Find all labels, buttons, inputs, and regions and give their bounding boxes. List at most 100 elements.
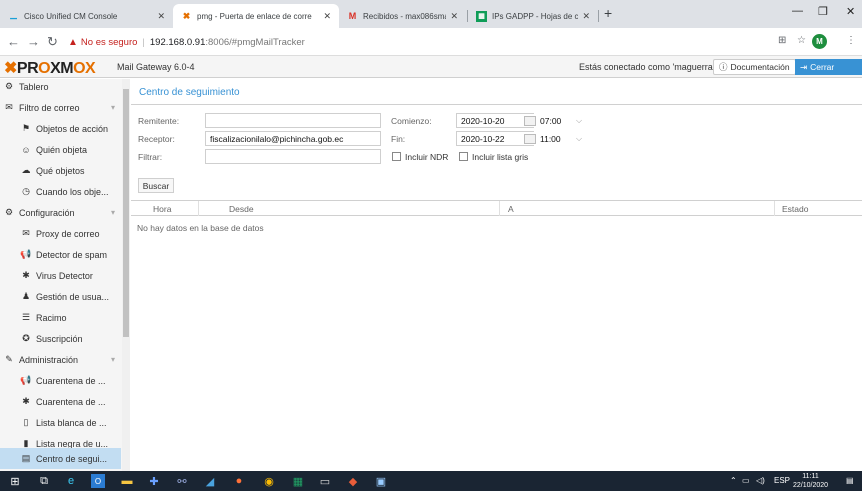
file-outline-icon: ▯ (23, 417, 29, 427)
back-icon[interactable]: ← (7, 34, 20, 49)
tab-separator (598, 10, 599, 22)
url-input[interactable]: ▲ No es seguro | 192.168.0.91 :8006/#pmg… (68, 32, 768, 52)
start-label: Comienzo: (391, 116, 432, 126)
column-header-time[interactable]: Hora (153, 204, 171, 214)
chevron-down-icon[interactable]: ⌵ (576, 134, 582, 144)
sidebar-item-configuration[interactable]: ⚙ Configuración ▾ (0, 202, 121, 223)
chevron-down-icon[interactable]: ▾ (111, 355, 115, 364)
sidebar-item-administration[interactable]: ✎ Administración ▾ (0, 349, 121, 370)
calendar-icon[interactable] (524, 116, 536, 126)
excel-icon[interactable]: ▦ (291, 474, 305, 488)
sidebar-item-action-objects[interactable]: ⚑ Objetos de acción (0, 118, 121, 139)
sidebar-item-dashboard[interactable]: ⚙ Tablero (0, 76, 121, 97)
task-view-icon[interactable]: ⧉ (37, 474, 51, 488)
logout-button[interactable]: ⇥ Cerrar (795, 59, 862, 75)
terminal-icon[interactable]: ▭ (318, 474, 332, 488)
close-tab-icon[interactable]: ✕ (323, 11, 331, 22)
menu-kebab-icon[interactable]: ⋮ (846, 35, 856, 46)
close-tab-icon[interactable]: ✕ (450, 11, 458, 22)
empty-results-message: No hay datos en la base de datos (137, 223, 264, 233)
system-clock[interactable]: 11:11 22/10/2020 (793, 472, 828, 490)
documentation-button[interactable]: ⓘ Documentación (713, 59, 796, 75)
column-header-from[interactable]: Desde (229, 204, 254, 214)
chevron-down-icon[interactable]: ⌵ (576, 116, 582, 126)
profile-avatar[interactable]: M (812, 34, 827, 49)
sidebar-item-mail-filter[interactable]: ✉ Filtro de correo ▾ (0, 97, 121, 118)
sidebar-item-spam-quarantine[interactable]: 📢 Cuarentena de ... (0, 370, 121, 391)
sidebar-item-subscription[interactable]: ✪ Suscripción (0, 328, 121, 349)
column-header-status[interactable]: Estado (782, 204, 808, 214)
notifications-icon[interactable]: ▤ (846, 476, 854, 485)
close-tab-icon[interactable]: ✕ (582, 11, 590, 22)
volume-icon[interactable]: ◁) (756, 476, 765, 485)
logo-text-pr: PR (16, 60, 39, 77)
bookmark-star-icon[interactable]: ☆ (797, 35, 806, 46)
sidebar-item-when-objects[interactable]: ◷ Cuando los obje... (0, 181, 121, 202)
chevron-down-icon[interactable]: ▾ (111, 103, 115, 112)
image-viewer-icon[interactable]: ▣ (374, 474, 388, 488)
search-button[interactable]: Buscar (138, 178, 174, 193)
logo-text-o: O (73, 60, 86, 77)
minimize-icon[interactable]: — (792, 5, 803, 17)
include-greylist-checkbox[interactable] (459, 152, 468, 161)
sidebar-item-virus-detector[interactable]: ✱ Virus Detector (0, 265, 121, 286)
sidebar-item-spam-detector[interactable]: 📢 Detector de spam (0, 244, 121, 265)
chevron-down-icon[interactable]: ▾ (111, 208, 115, 217)
receiver-input[interactable]: fiscalizacionilalo@pichincha.gob.ec (205, 131, 381, 146)
app-icon[interactable]: ◢ (203, 474, 217, 488)
tab-pmg[interactable]: ✖ pmg - Puerta de enlace de corre ✕ (173, 4, 339, 28)
sidebar-item-what-objects[interactable]: ☁ Qué objetos (0, 160, 121, 181)
start-date-input[interactable]: 2020-10-20 (456, 113, 534, 128)
logo-text-xm: XM (50, 60, 74, 77)
chrome-icon[interactable]: ◉ (262, 474, 276, 488)
filter-input[interactable] (205, 149, 381, 164)
browser-tab-strip: ⚊ Cisco Unified CM Console ✕ ✖ pmg - Pue… (0, 0, 862, 28)
security-warning-text: No es seguro (80, 36, 138, 48)
restore-icon[interactable]: ❐ (818, 5, 828, 18)
network-icon[interactable]: ▭ (742, 476, 750, 485)
wrench-icon: ✎ (5, 354, 13, 364)
close-tab-icon[interactable]: ✕ (157, 11, 165, 22)
tab-sheets[interactable]: ▦ IPs GADPP - Hojas de cálculo de ✕ (468, 4, 598, 28)
new-tab-icon[interactable]: + (604, 5, 612, 21)
app-icon[interactable]: ◆ (346, 474, 360, 488)
clock-date: 22/10/2020 (793, 482, 829, 489)
translate-icon[interactable]: ⊞ (778, 35, 786, 46)
start-time-value[interactable]: 07:00 (540, 116, 561, 126)
column-header-to[interactable]: A (508, 204, 514, 214)
end-date-input[interactable]: 2020-10-22 (456, 131, 534, 146)
reload-icon[interactable]: ↻ (47, 34, 58, 50)
user-icon: ☺ (21, 144, 31, 155)
edge-browser-icon[interactable]: e (64, 474, 78, 488)
language-indicator[interactable]: ESP (774, 476, 790, 485)
proxmox-logo: ✖PROXMOX (4, 58, 96, 78)
sidebar-item-who-objects[interactable]: ☺ Quién objeta (0, 139, 121, 160)
forward-icon[interactable]: → (27, 34, 40, 49)
include-ndr-checkbox[interactable] (392, 152, 401, 161)
windows-start-icon[interactable]: ⊞ (8, 474, 22, 488)
outlook-icon[interactable]: O (91, 474, 105, 488)
sidebar-item-tracking-center[interactable]: ▤ Centro de segui... (0, 448, 121, 469)
sidebar-item-user-whitelist[interactable]: ▯ Lista blanca de ... (0, 412, 121, 433)
firefox-icon[interactable]: ● (232, 474, 246, 488)
end-time-value[interactable]: 11:00 (540, 134, 561, 144)
sidebar-item-cluster[interactable]: ☰ Racimo (0, 307, 121, 328)
tab-gmail[interactable]: M Recibidos - max086smart@gmai ✕ (339, 4, 466, 28)
sidebar-item-mail-proxy[interactable]: ✉ Proxy de correo (0, 223, 121, 244)
url-path: :8006/#pmgMailTracker (205, 36, 305, 48)
sidebar-scrollbar-thumb[interactable] (123, 89, 129, 337)
calendar-icon[interactable] (524, 134, 536, 144)
include-greylist-label: Incluir lista gris (472, 152, 529, 162)
tab-cisco[interactable]: ⚊ Cisco Unified CM Console ✕ (0, 4, 173, 28)
sender-input[interactable] (205, 113, 381, 128)
file-explorer-icon[interactable]: ▬ (120, 474, 134, 488)
sidebar-item-user-management[interactable]: ♟ Gestión de usua... (0, 286, 121, 307)
filter-label: Filtrar: (138, 152, 163, 162)
logo-text-x: X (85, 60, 96, 77)
network-app-icon[interactable]: ⚯ (175, 474, 189, 488)
sidebar-item-virus-quarantine[interactable]: ✱ Cuarentena de ... (0, 391, 121, 412)
app-icon[interactable]: ✚ (147, 474, 161, 488)
tray-chevron-up-icon[interactable]: ⌃ (730, 476, 737, 485)
envelope-icon: ✉ (5, 102, 13, 112)
window-close-icon[interactable]: ✕ (846, 5, 855, 18)
